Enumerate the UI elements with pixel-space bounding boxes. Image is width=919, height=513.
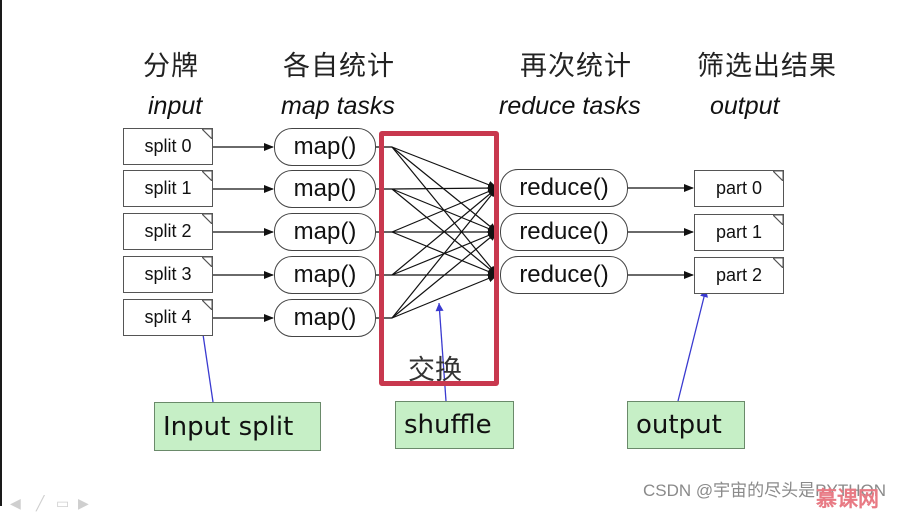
- page-corner-icon: [773, 258, 783, 268]
- reduce-task: reduce(): [500, 256, 628, 294]
- split-box: split 1: [123, 170, 213, 207]
- part-box: part 1: [694, 214, 784, 251]
- split-box: split 2: [123, 213, 213, 250]
- reduce-label: reduce(): [519, 174, 609, 201]
- callout-output: output: [627, 401, 745, 449]
- split-label: split 0: [144, 136, 192, 156]
- map-task: map(): [274, 256, 376, 294]
- page-corner-icon: [773, 215, 783, 225]
- split-label: split 1: [144, 178, 192, 198]
- split-box: split 4: [123, 299, 213, 336]
- split-label: split 2: [144, 221, 192, 241]
- output-pointer: [677, 288, 707, 402]
- map-label: map(): [293, 175, 357, 202]
- map-task: map(): [274, 213, 376, 251]
- map-label: map(): [293, 218, 357, 245]
- part-box: part 2: [694, 257, 784, 294]
- split-label: split 3: [144, 264, 192, 284]
- map-task: map(): [274, 128, 376, 166]
- pen-icon[interactable]: ╱: [36, 495, 44, 512]
- map-label: map(): [293, 133, 357, 160]
- reduce-label: reduce(): [519, 218, 609, 245]
- split-label: split 4: [144, 307, 192, 327]
- part-label: part 0: [715, 178, 763, 198]
- page-corner-icon: [202, 171, 212, 181]
- reduce-task: reduce(): [500, 213, 628, 251]
- page-corner-icon: [773, 171, 783, 181]
- page-corner-icon: [202, 214, 212, 224]
- site-logo: 慕课网: [816, 488, 879, 511]
- page-corner-icon: [202, 129, 212, 139]
- screen-icon[interactable]: ▭: [56, 495, 69, 512]
- part-box: part 0: [694, 170, 784, 207]
- part-label: part 2: [715, 265, 763, 285]
- page-corner-icon: [202, 257, 212, 267]
- map-label: map(): [293, 261, 357, 288]
- callout-input-split: Input split: [154, 402, 321, 451]
- map-task: map(): [274, 170, 376, 208]
- shuffle-cn-label: 交换: [408, 355, 462, 386]
- page-corner-icon: [202, 300, 212, 310]
- split-box: split 0: [123, 128, 213, 165]
- part-label: part 1: [715, 222, 763, 242]
- next-icon[interactable]: ▶: [78, 495, 89, 512]
- split-box: split 3: [123, 256, 213, 293]
- reduce-label: reduce(): [519, 261, 609, 288]
- prev-icon[interactable]: ◀: [10, 495, 21, 512]
- map-label: map(): [293, 304, 357, 331]
- map-task: map(): [274, 299, 376, 337]
- reduce-task: reduce(): [500, 169, 628, 207]
- callout-shuffle: shuffle: [395, 401, 514, 449]
